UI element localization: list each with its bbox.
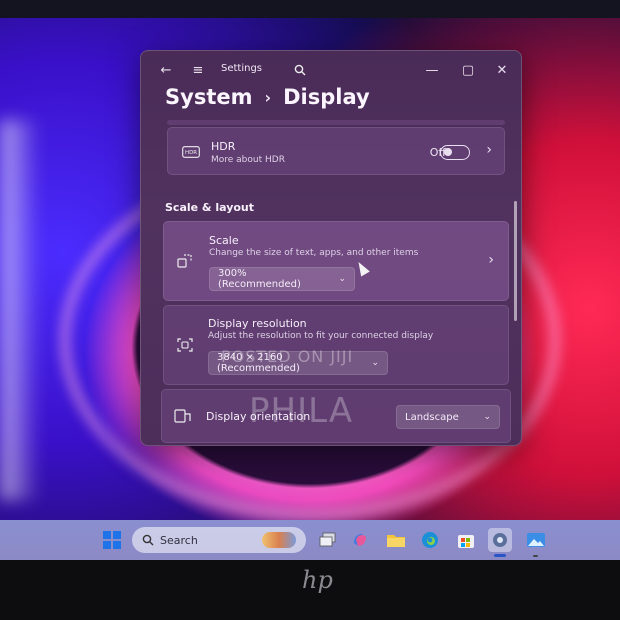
chevron-down-icon: ⌄ [338, 274, 346, 284]
hamburger-menu-icon[interactable]: ≡ [187, 59, 209, 81]
wallpaper-glow [0, 120, 40, 500]
scale-dropdown[interactable]: 300% (Recommended) ⌄ [209, 267, 355, 291]
hdr-more-link[interactable]: More about HDR [211, 155, 285, 165]
watermark-text: POSTED ON JIJI [221, 347, 354, 366]
settings-window: ← ≡ Settings — ▢ ✕ System › Display HDR … [140, 50, 522, 446]
hp-logo: hp [302, 566, 333, 594]
section-heading: Scale & layout [165, 201, 255, 214]
windows-start-icon[interactable] [100, 528, 124, 552]
chevron-down-icon: ⌄ [371, 358, 379, 368]
taskbar-search-box[interactable]: Search [132, 527, 306, 553]
taskbar-search-placeholder: Search [160, 533, 198, 547]
hdr-toggle[interactable] [440, 145, 470, 160]
hdr-setting-card[interactable]: HDR HDR More about HDR Off › [167, 127, 505, 175]
back-arrow-icon[interactable]: ← [155, 59, 177, 81]
orientation-dropdown[interactable]: Landscape ⌄ [396, 405, 500, 429]
hdr-title: HDR [211, 140, 236, 153]
chevron-down-icon: ⌄ [483, 412, 491, 422]
active-app-indicator [494, 554, 506, 557]
scale-icon [174, 250, 196, 272]
title-bar: ← ≡ Settings — ▢ ✕ [141, 51, 521, 87]
chevron-right-icon[interactable]: › [486, 142, 492, 158]
breadcrumb: System › Display [165, 85, 370, 109]
close-icon[interactable]: ✕ [491, 59, 513, 81]
watermark-text-large: PHILA [249, 391, 354, 431]
scale-value: 300% (Recommended) [218, 268, 301, 290]
minimize-icon[interactable]: — [421, 59, 443, 81]
store-icon[interactable] [454, 528, 478, 552]
breadcrumb-system[interactable]: System [165, 85, 252, 109]
window-title: Settings [221, 63, 263, 74]
file-explorer-icon[interactable] [384, 528, 408, 552]
search-icon [142, 534, 154, 546]
photos-icon[interactable] [524, 528, 548, 552]
resolution-subtitle: Adjust the resolution to fit your connec… [208, 331, 434, 341]
search-icon[interactable] [289, 59, 311, 81]
palette-icon [262, 532, 296, 548]
scrollbar[interactable] [514, 201, 517, 321]
task-view-icon[interactable] [316, 528, 340, 552]
chevron-right-icon[interactable]: › [488, 252, 494, 268]
maximize-icon[interactable]: ▢ [457, 59, 479, 81]
copilot-icon[interactable] [348, 528, 372, 552]
previous-card-edge [167, 120, 505, 125]
toggle-knob [444, 148, 452, 156]
desktop: ← ≡ Settings — ▢ ✕ System › Display HDR … [0, 0, 620, 560]
breadcrumb-separator-icon: › [264, 87, 272, 107]
hdr-icon: HDR [180, 141, 202, 163]
orientation-value: Landscape [405, 411, 459, 423]
resolution-setting-card[interactable]: Display resolution Adjust the resolution… [163, 305, 509, 385]
resolution-title: Display resolution [208, 317, 307, 330]
running-app-indicator [533, 555, 538, 557]
scale-title: Scale [209, 234, 239, 247]
edge-browser-icon[interactable] [418, 528, 442, 552]
taskbar: Search [0, 520, 620, 560]
breadcrumb-display: Display [283, 85, 370, 109]
screen-top-edge [0, 0, 620, 18]
settings-gear-icon[interactable] [488, 528, 512, 552]
scale-setting-card[interactable]: Scale Change the size of text, apps, and… [163, 221, 509, 301]
resolution-icon [174, 334, 196, 356]
svg-text:HDR: HDR [185, 150, 197, 156]
scale-subtitle: Change the size of text, apps, and other… [209, 248, 419, 258]
orientation-icon [172, 405, 194, 427]
